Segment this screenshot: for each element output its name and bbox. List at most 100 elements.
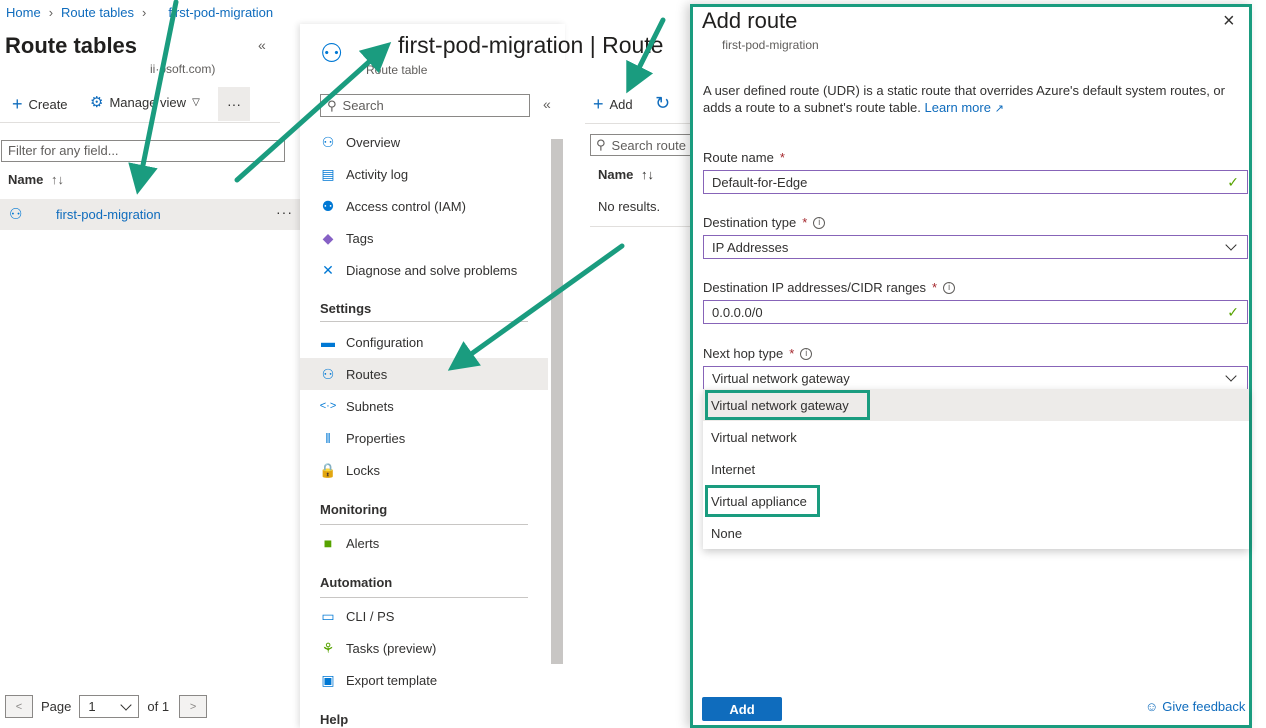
tenant-label: ii·osoft.com) [150,62,216,76]
table-row[interactable]: ⚇ first-pod-migration ··· [0,199,300,230]
filter-input[interactable]: Filter for any field... [1,140,285,162]
nav-label: Overview [346,134,401,150]
destination-type-select[interactable]: IP Addresses [703,235,1248,259]
tag-icon: ◆ [322,230,334,246]
page-count: of 1 [147,699,170,714]
chevron-up-down-icon [1225,370,1237,382]
collapse-menu-icon[interactable]: « [543,96,551,112]
nav-configuration[interactable]: ▬ Configuration [300,326,548,358]
manage-view-button[interactable]: ⚙ Manage view ▽ [90,95,200,110]
nav-cli-ps[interactable]: ▭ CLI / PS [300,600,548,632]
destination-type-label-text: Destination type [703,215,797,230]
chevron-right-icon: › [142,5,147,20]
nav-diagnose[interactable]: ✕ Diagnose and solve problems [300,254,548,286]
nav-routes[interactable]: ⚇ Routes [300,358,548,390]
feedback-icon: ☺ [1145,699,1159,714]
cli-icon: ▭ [321,608,335,624]
feedback-label: Give feedback [1162,699,1246,714]
automation-heading: Automation [320,575,393,590]
info-icon[interactable]: i [813,216,826,229]
next-hop-type-label-text: Next hop type [703,346,784,361]
check-icon: ✓ [1227,173,1239,190]
resource-title-text: first-pod-migration [398,32,584,58]
option-internet[interactable]: Internet [703,453,1249,485]
next-hop-type-select[interactable]: Virtual network gateway [703,366,1248,390]
resource-subtitle: Route table [366,63,428,77]
nav-label: Tasks (preview) [346,640,437,656]
monitoring-heading: Monitoring [320,502,388,517]
info-icon[interactable]: i [800,347,813,360]
create-button[interactable]: + Create [12,95,68,113]
nav-tags[interactable]: ◆ Tags [300,222,548,254]
add-route-button[interactable]: + Add [593,95,633,113]
learn-more-link[interactable]: Learn more [924,100,990,115]
diagnose-icon: ✕ [322,262,334,278]
menu-search-placeholder: Search [342,98,384,113]
external-link-icon: ↗ [994,103,1004,115]
routes-name-column-header[interactable]: Name ↑↓ [598,167,654,182]
chevron-down-icon: ▽ [192,97,200,108]
properties-icon: ‖ [325,430,331,446]
activity-log-icon: ▤ [321,166,335,182]
panel-title: Add route [702,8,798,33]
routes-search-input[interactable]: ⚲ Search route [590,134,690,156]
prev-page-button[interactable]: < [5,695,33,718]
row-more-icon[interactable]: ··· [276,204,293,220]
info-icon[interactable]: i [943,281,956,294]
nav-iam[interactable]: ⚉ Access control (IAM) [300,190,548,222]
menu-search-input[interactable]: ⚲ Search [320,94,530,117]
nav-properties[interactable]: ‖ Properties [300,422,548,454]
nav-overview[interactable]: ⚇ Overview [300,126,548,158]
divider [590,226,690,227]
option-virtual-network[interactable]: Virtual network [703,421,1249,453]
option-none[interactable]: None [703,517,1249,549]
next-page-button[interactable]: > [179,695,208,718]
menu-scrollbar[interactable] [551,139,563,664]
breadcrumb-current[interactable]: first-pod-migration [168,5,273,20]
iam-icon: ⚉ [321,198,335,214]
next-hop-type-value: Virtual network gateway [712,370,850,386]
name-column-header[interactable]: Name ↑↓ [8,172,64,187]
breadcrumb-home[interactable]: Home [6,5,41,20]
name-column-label: Name [8,172,44,187]
sort-icon: ↑↓ [51,172,65,187]
route-tables-pane: Home › Route tables › first-pod-migratio… [0,0,300,728]
empty-state: No results. [598,199,661,214]
routes-name-column-label: Name [598,167,634,182]
resource-menu: ⚇ first-pod-migration | Route Route tabl… [300,24,663,728]
page-select[interactable]: 1 [79,695,140,718]
resource-title: first-pod-migration | Route [398,32,663,59]
panel-subtitle: first-pod-migration [722,38,819,52]
add-button[interactable]: Add [702,697,782,721]
plus-icon: + [593,94,604,114]
nav-tasks[interactable]: ⚘ Tasks (preview) [300,632,548,664]
chevron-down-icon [120,698,133,711]
breadcrumb-route-tables[interactable]: Route tables [61,5,134,20]
chevron-down-icon [1225,239,1237,251]
page-label: Page [41,699,72,714]
nav-subnets[interactable]: <·> Subnets [300,390,548,422]
give-feedback-link[interactable]: ☺ Give feedback [1145,699,1245,714]
nav-activity-log[interactable]: ▤ Activity log [300,158,548,190]
routes-icon: ⚇ [321,366,335,382]
lock-icon: 🔒 [319,462,337,478]
refresh-icon[interactable]: ↻ [655,93,670,114]
search-icon: ⚲ [327,97,337,113]
check-icon: ✓ [1227,303,1239,320]
route-name-input[interactable]: Default-for-Edge ✓ [703,170,1248,194]
routes-search-placeholder: Search route [611,137,686,153]
nav-alerts[interactable]: ■ Alerts [300,527,548,559]
destination-ip-input[interactable]: 0.0.0.0/0 ✓ [703,300,1248,324]
row-name-link[interactable]: first-pod-migration [56,207,161,222]
close-icon[interactable]: × [1223,10,1235,33]
pager: < Page 1 of 1 > [5,695,208,718]
tasks-icon: ⚘ [321,640,335,656]
nav-locks[interactable]: 🔒 Locks [300,454,548,486]
more-button[interactable]: ··· [218,87,250,121]
nav-export-template[interactable]: ▣ Export template [300,664,548,696]
collapse-icon[interactable]: « [258,37,266,53]
nav-label: CLI / PS [346,608,395,624]
destination-ip-value: 0.0.0.0/0 [712,304,763,320]
gear-icon: ⚙ [90,94,104,111]
subnets-icon: <·> [319,399,337,412]
